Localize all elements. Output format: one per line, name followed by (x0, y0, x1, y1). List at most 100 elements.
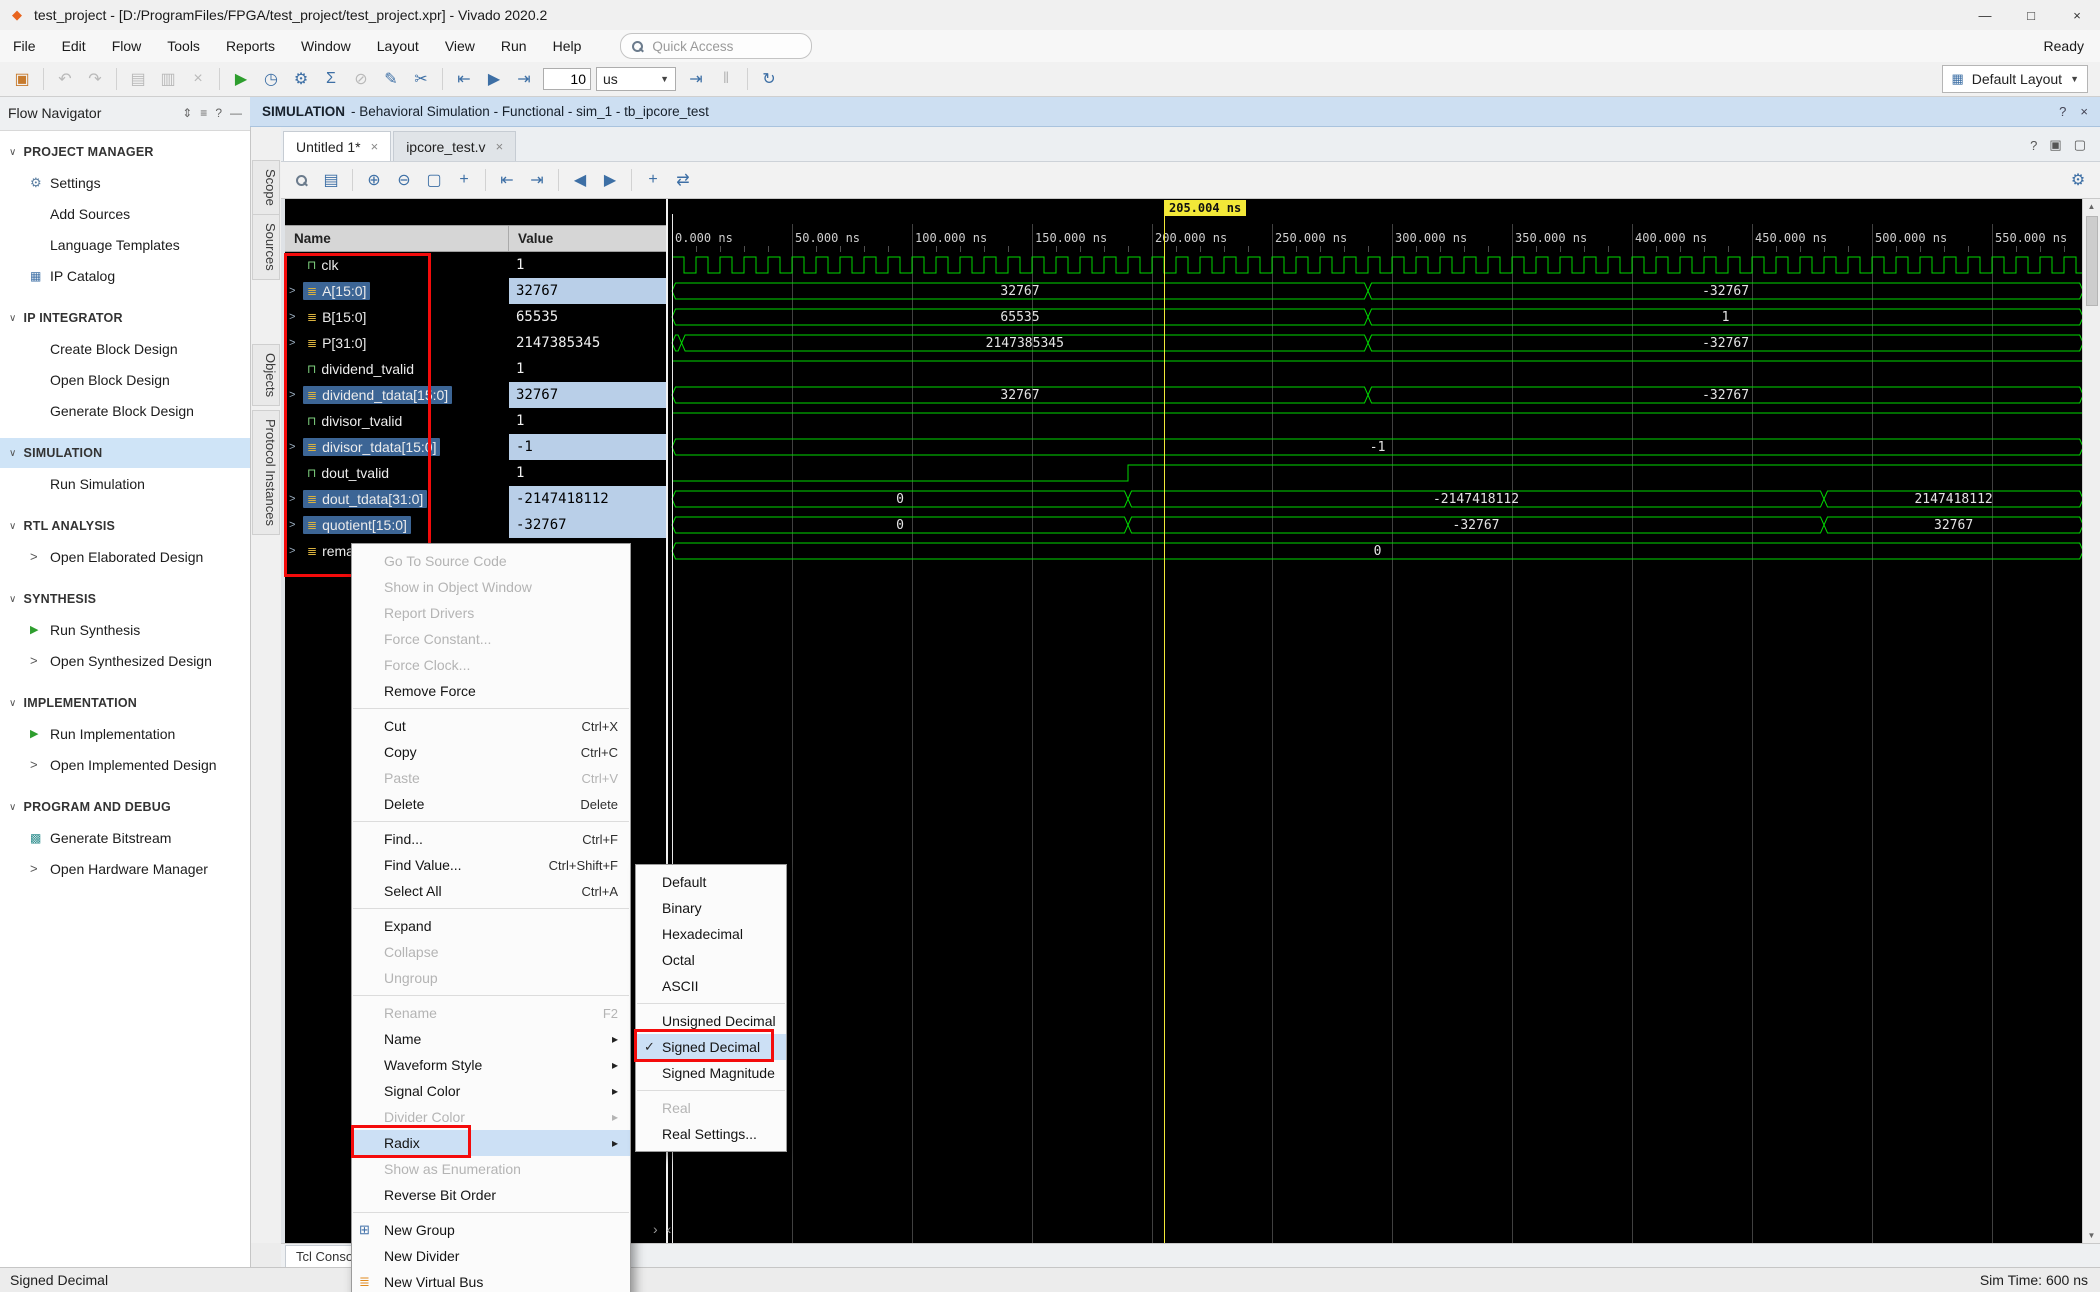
flownav-section-ip-integrator[interactable]: ∨IP INTEGRATOR (0, 303, 250, 333)
menu-layout[interactable]: Layout (364, 30, 432, 62)
maximize-button[interactable]: □ (2008, 0, 2054, 30)
menu-file[interactable]: File (0, 30, 49, 62)
time-profile-button[interactable]: ◷ (257, 65, 285, 93)
wave-p-31-0[interactable]: 2147385345-32767 (668, 330, 2082, 356)
signal-value-a-15-0[interactable]: 32767 (509, 278, 666, 304)
context-menu-name[interactable]: Name▸ (352, 1026, 630, 1052)
help-button[interactable]: ? (2030, 137, 2037, 153)
radix-option-octal[interactable]: Octal (636, 947, 786, 973)
context-menu-new-virtual-bus[interactable]: ≣New Virtual Bus (352, 1269, 630, 1292)
wave-dout-tdata-31-0[interactable]: 0-21474181122147418112 (668, 486, 2082, 512)
scroll-left-icon[interactable]: ‹ (667, 1221, 672, 1237)
signal-value-quotient-15-0[interactable]: -32767 (509, 512, 666, 538)
context-menu-reverse-bit-order[interactable]: Reverse Bit Order (352, 1182, 630, 1208)
context-menu-new-group[interactable]: ⊞New Group (352, 1217, 630, 1243)
flownav-section-project-manager[interactable]: ∨PROJECT MANAGER (0, 137, 250, 167)
signal-name-b-15-0[interactable]: >≣B[15:0] (285, 304, 509, 330)
simulation-settings-button[interactable]: ⚙ (287, 65, 315, 93)
context-menu-copy[interactable]: CopyCtrl+C (352, 739, 630, 765)
run-all-button[interactable]: ▶ (480, 65, 508, 93)
context-menu-select-all[interactable]: Select AllCtrl+A (352, 878, 630, 904)
run-button[interactable]: ▶ (227, 65, 255, 93)
scroll-up-icon[interactable]: ▲ (2088, 198, 2096, 214)
signal-value-divisor-tvalid[interactable]: 1 (509, 408, 666, 434)
flownav-item-run-implementation[interactable]: ▶Run Implementation (0, 718, 250, 749)
wave-a-15-0[interactable]: 32767-32767 (668, 278, 2082, 304)
signal-name-divisor-tdata-15-0[interactable]: >≣divisor_tdata[15:0] (285, 434, 509, 460)
radix-option-signed-magnitude[interactable]: Signed Magnitude (636, 1060, 786, 1086)
wave-dout-tvalid[interactable] (668, 460, 2082, 486)
context-menu-expand[interactable]: Expand (352, 913, 630, 939)
menu-run[interactable]: Run (488, 30, 540, 62)
tab-close-icon[interactable]: × (371, 139, 379, 154)
save-wave-config-button[interactable]: ▤ (317, 166, 345, 194)
go-to-time-end-button[interactable]: ⇥ (523, 166, 551, 194)
scroll-right-icon[interactable]: › (653, 1221, 658, 1237)
wave-plot-area[interactable]: 0.000 ns50.000 ns100.000 ns150.000 ns200… (668, 198, 2082, 1243)
context-menu-waveform-style[interactable]: Waveform Style▸ (352, 1052, 630, 1078)
signal-name-a-15-0[interactable]: >≣A[15:0] (285, 278, 509, 304)
menu-help[interactable]: Help (540, 30, 595, 62)
flownav-item-open-implemented-design[interactable]: >Open Implemented Design (0, 749, 250, 780)
menu-view[interactable]: View (432, 30, 488, 62)
context-menu-cut[interactable]: CutCtrl+X (352, 713, 630, 739)
sim-time-unit-select[interactable]: us ▼ (596, 67, 676, 91)
relaunch-button[interactable]: ↻ (755, 65, 783, 93)
side-tab-sources[interactable]: Sources (252, 214, 280, 280)
signal-value-divisor-tdata-15-0[interactable]: -1 (509, 434, 666, 460)
layout-selector[interactable]: ▦ Default Layout ▼ (1942, 65, 2088, 93)
swap-cursor-button[interactable]: ⇄ (669, 166, 697, 194)
toggle-tree-button[interactable]: ⇕ (182, 106, 192, 120)
signal-name-dout-tvalid[interactable]: ⊓dout_tvalid (285, 460, 509, 486)
run-step-button[interactable]: ⇥ (510, 65, 538, 93)
float-button[interactable]: ▣ (2049, 137, 2061, 153)
wave-dividend-tdata-15-0[interactable]: 32767-32767 (668, 382, 2082, 408)
signal-value-clk[interactable]: 1 (509, 252, 666, 278)
wave-quotient-15-0[interactable]: 0-3276732767 (668, 512, 2082, 538)
waveform-settings-button[interactable]: ⚙ (2064, 166, 2092, 194)
help-icon[interactable]: ? (2059, 104, 2066, 119)
signal-name-dividend-tdata-15-0[interactable]: >≣dividend_tdata[15:0] (285, 382, 509, 408)
signal-name-divisor-tvalid[interactable]: ⊓divisor_tvalid (285, 408, 509, 434)
radix-option-unsigned-decimal[interactable]: Unsigned Decimal (636, 1008, 786, 1034)
timeline-ruler[interactable]: 0.000 ns50.000 ns100.000 ns150.000 ns200… (668, 198, 2082, 252)
context-menu-delete[interactable]: DeleteDelete (352, 791, 630, 817)
flownav-item-create-block-design[interactable]: Create Block Design (0, 333, 250, 364)
signal-value-p-31-0[interactable]: 2147385345 (509, 330, 666, 356)
tab-close-icon[interactable]: × (496, 139, 504, 154)
radix-option-ascii[interactable]: ASCII (636, 973, 786, 999)
run-for-time-button[interactable]: ⇥ (682, 65, 710, 93)
menu-edit[interactable]: Edit (49, 30, 99, 62)
flownav-item-add-sources[interactable]: Add Sources (0, 198, 250, 229)
previous-transition-button[interactable]: ◀ (566, 166, 594, 194)
close-button[interactable]: × (2054, 0, 2100, 30)
flownav-item-run-synthesis[interactable]: ▶Run Synthesis (0, 614, 250, 645)
context-menu-signal-color[interactable]: Signal Color▸ (352, 1078, 630, 1104)
tab-ipcore-test-v[interactable]: ipcore_test.v× (393, 131, 516, 161)
maximize-button[interactable]: ▢ (2074, 137, 2086, 153)
signal-value-b-15-0[interactable]: 65535 (509, 304, 666, 330)
sim-run-time-input[interactable] (543, 68, 591, 90)
flownav-item-settings[interactable]: ⚙Settings (0, 167, 250, 198)
radix-option-hexadecimal[interactable]: Hexadecimal (636, 921, 786, 947)
scrollbar-thumb[interactable] (2086, 216, 2098, 306)
wave-rema[interactable]: 0 (668, 538, 2082, 564)
flownav-item-run-simulation[interactable]: Run Simulation (0, 468, 250, 499)
go-to-time-0-button[interactable]: ⇤ (493, 166, 521, 194)
next-transition-button[interactable]: ▶ (596, 166, 624, 194)
zoom-in-button[interactable]: ⊕ (360, 166, 388, 194)
edit-waveform-button[interactable]: ✎ (377, 65, 405, 93)
signal-name-clk[interactable]: ⊓clk (285, 252, 509, 278)
trim-button[interactable]: ✂ (407, 65, 435, 93)
dock-button[interactable]: ≡ (200, 106, 207, 120)
menu-reports[interactable]: Reports (213, 30, 288, 62)
minimize-button[interactable]: — (1962, 0, 2008, 30)
context-menu-remove-force[interactable]: Remove Force (352, 678, 630, 704)
menu-flow[interactable]: Flow (99, 30, 155, 62)
flownav-section-synthesis[interactable]: ∨SYNTHESIS (0, 584, 250, 614)
flownav-item-open-synthesized-design[interactable]: >Open Synthesized Design (0, 645, 250, 676)
flownav-section-rtl-analysis[interactable]: ∨RTL ANALYSIS (0, 511, 250, 541)
flownav-item-open-hardware-manager[interactable]: >Open Hardware Manager (0, 853, 250, 884)
zoom-to-cursor-button[interactable]: + (450, 166, 478, 194)
flownav-item-generate-block-design[interactable]: Generate Block Design (0, 395, 250, 426)
